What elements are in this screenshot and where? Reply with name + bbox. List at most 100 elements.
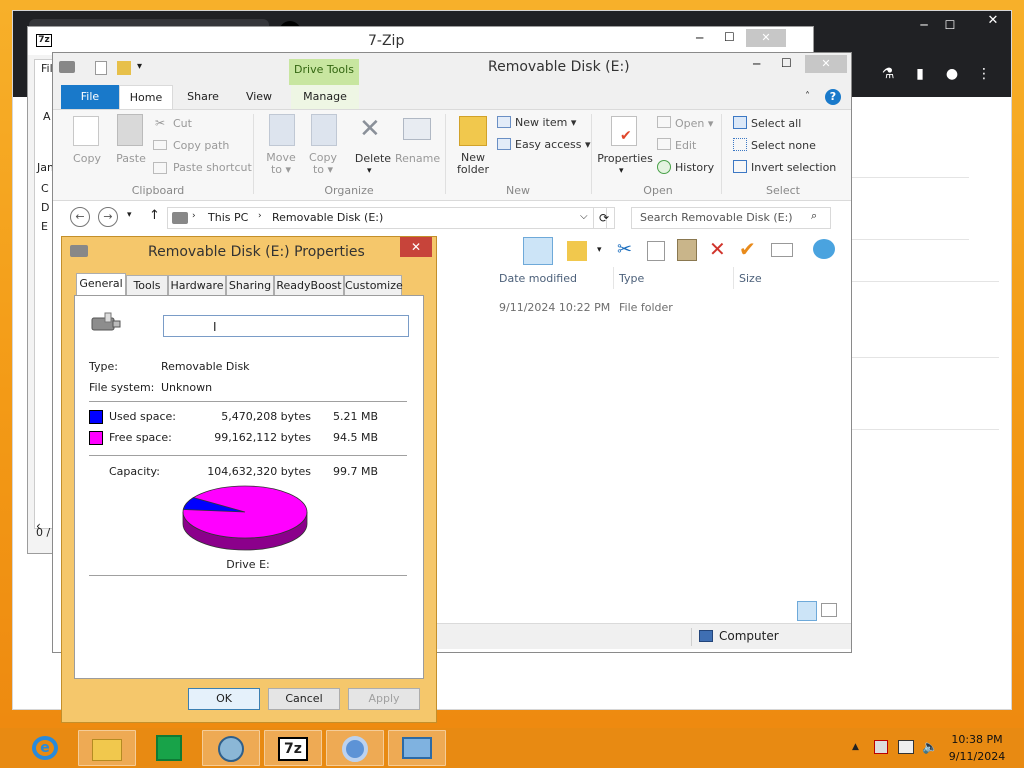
search-icon[interactable]: ⌕ <box>811 209 817 223</box>
move-to-icon[interactable] <box>269 114 295 146</box>
show-hidden-icons-icon[interactable]: ▲ <box>852 742 859 752</box>
checkmark-icon[interactable]: ✔ <box>739 237 756 261</box>
internet-explorer-icon[interactable]: e <box>16 730 74 766</box>
close-icon[interactable]: ✕ <box>400 237 432 257</box>
close-icon[interactable]: ✕ <box>973 11 1013 31</box>
select-all-button[interactable]: Select all <box>751 117 801 130</box>
store-icon[interactable] <box>140 730 198 766</box>
volume-muted-icon[interactable]: 🔈 <box>922 740 938 755</box>
tab-general[interactable]: General <box>76 273 126 295</box>
copy-path-button[interactable]: Copy path <box>173 139 229 152</box>
chevron-right-icon[interactable]: › <box>258 211 262 221</box>
minimize-icon[interactable]: ─ <box>915 17 933 33</box>
cut-icon[interactable]: ✂ <box>617 239 632 260</box>
invert-selection-button[interactable]: Invert selection <box>751 161 836 174</box>
profile-icon[interactable]: ● <box>939 61 965 87</box>
search-input[interactable]: Search Removable Disk (E:) <box>631 207 831 229</box>
7zip-icon[interactable]: 7z <box>264 730 322 766</box>
properties-button[interactable]: Properties <box>597 152 653 165</box>
easy-access-button[interactable]: Easy access ▾ <box>515 138 591 151</box>
tab-hardware[interactable]: Hardware <box>168 275 226 295</box>
properties-quick-icon[interactable] <box>95 61 107 75</box>
delete-icon[interactable]: ✕ <box>359 114 381 144</box>
address-dropdown-icon[interactable]: ⌵ <box>580 211 588 222</box>
open-button[interactable]: Open ▾ <box>675 117 713 130</box>
copy-icon[interactable] <box>647 241 665 261</box>
column-size[interactable]: Size <box>739 272 762 285</box>
customize-quick-access-icon[interactable]: ▾ <box>137 61 142 72</box>
flask-icon[interactable]: ⚗ <box>875 61 901 87</box>
apply-button[interactable]: Apply <box>348 688 420 710</box>
sidebar-icon[interactable]: ▮ <box>907 61 933 87</box>
folder-options-icon[interactable] <box>567 241 587 261</box>
copy-icon[interactable] <box>73 116 99 146</box>
list-item[interactable]: C <box>41 182 49 195</box>
file-explorer-icon[interactable] <box>78 730 136 766</box>
maximize-icon[interactable]: ☐ <box>941 17 959 33</box>
history-button[interactable]: History <box>675 161 714 174</box>
cut-button[interactable]: Cut <box>173 117 192 130</box>
up-icon[interactable]: ↑ <box>149 208 160 223</box>
chevron-right-icon[interactable]: › <box>192 211 196 221</box>
delete-button[interactable]: Delete <box>351 152 395 165</box>
menu-file[interactable]: Fil <box>41 62 53 75</box>
maximize-icon[interactable]: ☐ <box>781 56 792 70</box>
tab-view[interactable]: View <box>233 85 285 109</box>
paste-icon[interactable] <box>677 239 697 261</box>
paste-icon[interactable] <box>117 114 143 146</box>
list-item[interactable]: E <box>41 220 48 233</box>
tab-file[interactable]: File <box>61 85 119 109</box>
properties-icon[interactable]: ✔ <box>611 116 637 146</box>
refresh-icon[interactable]: ⟳ <box>593 207 615 229</box>
forward-icon[interactable]: → <box>98 207 118 227</box>
tab-readyboost[interactable]: ReadyBoost <box>274 275 344 295</box>
network-icon[interactable] <box>898 740 914 754</box>
preview-pane-icon[interactable] <box>523 237 553 265</box>
select-none-button[interactable]: Select none <box>751 139 816 152</box>
new-item-button[interactable]: New item ▾ <box>515 116 576 129</box>
rename-icon[interactable] <box>771 243 793 257</box>
chevron-down-icon[interactable]: ▾ <box>367 166 372 176</box>
clock-time[interactable]: 10:38 PM <box>944 733 1010 746</box>
table-cell-type[interactable]: File folder <box>619 301 673 314</box>
rename-icon[interactable] <box>403 118 431 140</box>
tab-share[interactable]: Share <box>177 85 229 109</box>
action-center-icon[interactable] <box>874 740 888 754</box>
chevron-down-icon[interactable]: ▾ <box>619 166 624 176</box>
list-item[interactable]: D <box>41 201 49 214</box>
ribbon-collapse-icon[interactable]: ˄ <box>805 91 810 102</box>
tab-customize[interactable]: Customize <box>344 275 403 295</box>
recent-locations-icon[interactable]: ▾ <box>127 210 132 220</box>
chevron-down-icon[interactable]: ▾ <box>597 245 602 255</box>
column-date-modified[interactable]: Date modified <box>499 272 577 285</box>
volume-label-input[interactable] <box>163 315 409 337</box>
address-bar[interactable]: › This PC › Removable Disk (E:) ⌵ <box>167 207 607 229</box>
breadcrumb-this-pc[interactable]: This PC <box>208 211 248 224</box>
tab-home[interactable]: Home <box>119 85 173 109</box>
minimize-icon[interactable]: ─ <box>753 57 760 71</box>
close-icon[interactable]: ✕ <box>746 29 786 47</box>
tab-sharing[interactable]: Sharing <box>226 275 274 295</box>
tab-manage[interactable]: Manage <box>291 85 359 109</box>
table-cell-date[interactable]: 9/11/2024 10:22 PM <box>499 301 610 314</box>
mosaic-icon[interactable] <box>202 730 260 766</box>
new-folder-quick-icon[interactable] <box>117 61 131 75</box>
menu-icon[interactable]: ⋮ <box>971 61 997 87</box>
maximize-icon[interactable]: ☐ <box>724 30 735 44</box>
help-icon[interactable]: ? <box>825 89 841 105</box>
copy-to-icon[interactable] <box>311 114 337 146</box>
breadcrumb-drive[interactable]: Removable Disk (E:) <box>272 211 383 224</box>
chrome-icon[interactable] <box>326 730 384 766</box>
back-icon[interactable]: ← <box>70 207 90 227</box>
details-view-icon[interactable] <box>797 601 817 621</box>
new-folder-button[interactable]: New folder <box>451 152 495 176</box>
new-folder-icon[interactable] <box>459 116 487 146</box>
network-icon[interactable] <box>813 239 835 259</box>
clock-date[interactable]: 9/11/2024 <box>944 750 1010 763</box>
copy-button[interactable]: Copy <box>67 152 107 165</box>
remote-desktop-icon[interactable] <box>388 730 446 766</box>
rename-button[interactable]: Rename <box>395 152 440 165</box>
large-icons-view-icon[interactable] <box>821 603 837 617</box>
delete-icon[interactable]: ✕ <box>709 237 726 261</box>
paste-button[interactable]: Paste <box>111 152 151 165</box>
